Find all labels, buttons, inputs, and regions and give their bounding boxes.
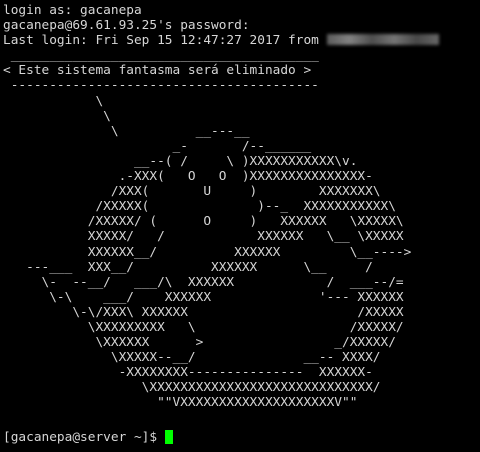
motd-line: \XXXXX--__/ __-- XXXX/ — [3, 350, 381, 366]
redacted-ip — [326, 34, 439, 46]
motd-line: XXXXX/ / XXXXXX \__ \XXXXX — [3, 229, 404, 245]
motd-line: \-\ ___/ XXXXXX '--- XXXXXX — [3, 289, 404, 305]
motd-line: \-\/XXX\ XXXXXX /XXXXX — [3, 304, 404, 320]
motd-line: \XXXXXXXXXXXXXXXXXXXXXXXXXXXXX/ — [3, 380, 381, 396]
text-cursor — [164, 430, 173, 444]
motd-line: ________________________________________ — [3, 48, 319, 64]
motd-line: ""VXXXXXXXXXXXXXXXXXXXXV"" — [3, 395, 358, 411]
motd-line: ---___ XXX__/ XXXXXX \__ / — [3, 259, 373, 275]
motd-ascii-art: ________________________________________… — [3, 48, 480, 410]
motd-line: XXXXXX__/ XXXXXX \__----> — [3, 244, 412, 260]
motd-line: \ — [3, 108, 111, 124]
motd-line: ---------------------------------------- — [3, 78, 319, 94]
password-line: gacanepa@69.61.93.25's password: — [3, 18, 250, 34]
terminal-window[interactable]: login as: gacanepa gacanepa@69.61.93.25'… — [0, 0, 480, 452]
motd-line: /XXXXX/ ( O ) XXXXXX \XXXXX\ — [3, 214, 404, 230]
motd-line: < Este sistema fantasma será eliminado > — [3, 63, 312, 79]
motd-line: \XXXXXXXXX \ /XXXXX/ — [3, 319, 404, 335]
motd-line: _- /--______ — [3, 138, 312, 154]
prompt-text: [gacanepa@server ~]$ — [3, 430, 165, 445]
motd-line: \- --__/ ___/\ XXXXXX / ___--/= — [3, 274, 404, 290]
motd-line: __--( / \ )XXXXXXXXXXX\v. — [3, 153, 358, 169]
motd-line: /XXX( U ) XXXXXXX\ — [3, 184, 381, 200]
login-line: login as: gacanepa — [3, 3, 142, 18]
motd-line: -XXXXXXXX--------------- XXXXXX- — [3, 365, 373, 381]
last-login-line: Last login: Fri Sep 15 12:47:27 2017 fro… — [3, 33, 480, 48]
motd-line: .-XXX( O O )XXXXXXXXXXXXXXX- — [3, 169, 373, 185]
last-login-text: Last login: Fri Sep 15 12:47:27 2017 fro… — [3, 33, 327, 49]
command-prompt[interactable]: [gacanepa@server ~]$ — [3, 430, 173, 445]
motd-line: \ — [3, 93, 104, 109]
motd-line: \XXXXXX > _/XXXXX/ — [3, 335, 396, 351]
motd-line: /XXXXX( )--_ XXXXXXXXXXX\ — [3, 199, 396, 215]
motd-line: \ __---__ — [3, 123, 250, 139]
